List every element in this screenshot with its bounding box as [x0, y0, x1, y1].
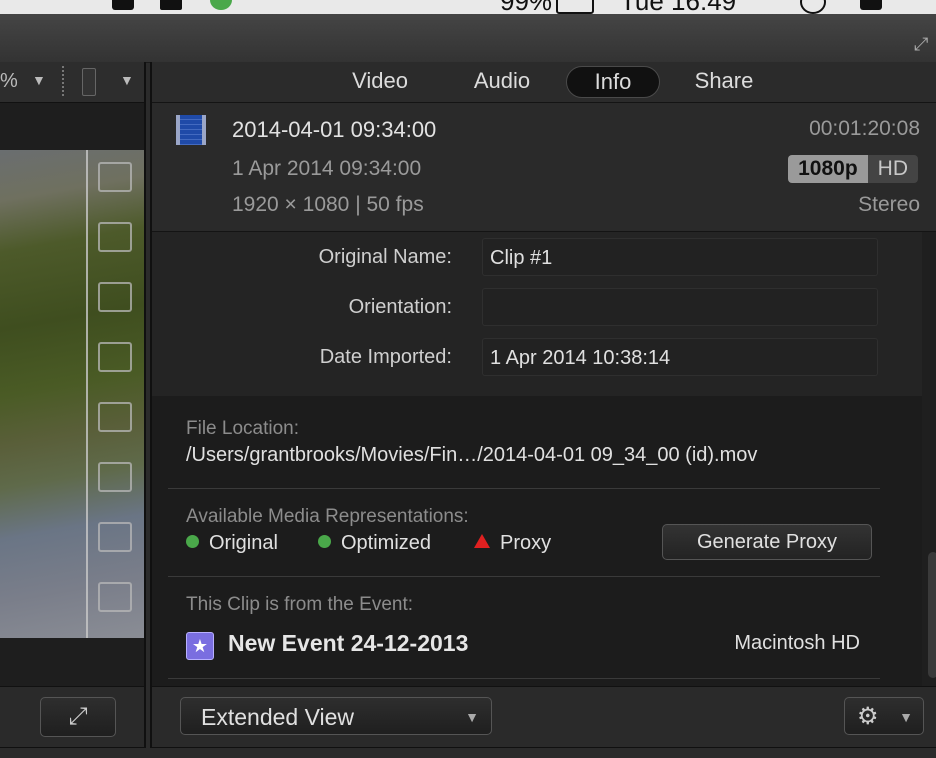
- hd-badge: HD: [867, 155, 918, 183]
- tab-audio[interactable]: Audio: [456, 66, 548, 96]
- view-select-label: Extended View: [201, 704, 355, 730]
- expand-button[interactable]: ⤢: [40, 697, 116, 737]
- menubar-dropbox-icon[interactable]: [160, 0, 182, 10]
- orientation-field[interactable]: [482, 288, 878, 326]
- notification-center-icon[interactable]: [860, 0, 882, 10]
- chevron-down-icon: ▼: [899, 709, 913, 725]
- metadata-view-select[interactable]: Extended View ▼: [180, 697, 492, 735]
- date-imported-label: Date Imported:: [319, 346, 452, 368]
- original-label: Original: [209, 532, 278, 554]
- clip-title: 2014-04-01 09:34:00: [232, 117, 437, 142]
- proxy-label: Proxy: [500, 532, 552, 554]
- file-location-path[interactable]: /Users/grantbrooks/Movies/Fin…/2014-04-0…: [186, 444, 757, 467]
- view-chevron-down-icon[interactable]: ▼: [120, 72, 134, 88]
- spotlight-icon[interactable]: [800, 0, 826, 14]
- audio-channels: Stereo: [858, 193, 920, 216]
- original-name-field[interactable]: Clip #1: [482, 238, 878, 276]
- filmstrip-thumb[interactable]: [98, 402, 132, 432]
- battery-percent[interactable]: 99%: [500, 0, 552, 14]
- viewer-footer: ⤢: [0, 686, 144, 747]
- filmstrip-thumb[interactable]: [98, 522, 132, 552]
- viewer-panel: % ▼ ▼ ⤢: [0, 62, 146, 748]
- optimized-media-status: Optimized: [318, 532, 431, 555]
- view-options-icon[interactable]: [82, 68, 96, 96]
- file-location-label: File Location:: [186, 418, 300, 439]
- proxy-media-status: Proxy: [474, 532, 551, 555]
- clip-film-icon: [176, 115, 206, 145]
- gear-icon: ⚙: [857, 703, 879, 730]
- chevron-down-icon: ▼: [465, 709, 479, 725]
- filmstrip-thumb[interactable]: [98, 282, 132, 312]
- media-representations-label: Available Media Representations:: [186, 506, 469, 527]
- expand-icon: ⤢: [68, 703, 88, 730]
- metadata-fields: Original Name: Clip #1 Orientation: Date…: [152, 232, 922, 396]
- filmstrip-thumb[interactable]: [98, 222, 132, 252]
- menubar-clock[interactable]: Tue 16:49: [620, 0, 736, 14]
- proxy-warning-icon: [474, 534, 490, 548]
- clip-format: 1920 × 1080 | 50 fps: [232, 193, 424, 216]
- filmstrip-thumb[interactable]: [98, 342, 132, 372]
- zoom-chevron-down-icon[interactable]: ▼: [32, 72, 46, 88]
- clip-date: 1 Apr 2014 09:34:00: [232, 157, 422, 180]
- event-source-label: This Clip is from the Event:: [186, 594, 414, 615]
- filmstrip-thumb[interactable]: [98, 162, 132, 192]
- divider: [168, 576, 880, 577]
- volume-name: Macintosh HD: [734, 632, 860, 654]
- tab-info[interactable]: Info: [566, 66, 660, 98]
- resolution-badges: 1080p HD: [788, 155, 918, 183]
- action-menu-button[interactable]: ⚙ ▼: [844, 697, 924, 735]
- original-name-label: Original Name:: [318, 246, 452, 268]
- optimized-label: Optimized: [341, 532, 432, 554]
- menubar-status-icon[interactable]: [210, 0, 232, 10]
- inspector-panel: Video Audio Info Share 2014-04-01 09:34:…: [150, 62, 936, 748]
- event-name[interactable]: New Event 24-12-2013: [228, 630, 468, 657]
- viewer-controls: % ▼ ▼: [0, 62, 144, 103]
- inspector-footer: Extended View ▼ ⚙ ▼: [152, 686, 936, 747]
- original-media-status: Original: [186, 532, 278, 555]
- tab-video[interactable]: Video: [334, 66, 426, 96]
- separator: [62, 66, 70, 96]
- filmstrip-thumb[interactable]: [98, 582, 132, 612]
- system-menubar: Tue 16:49 99%: [0, 0, 936, 14]
- clip-details: File Location: /Users/grantbrooks/Movies…: [152, 396, 922, 686]
- inspector-tabs: Video Audio Info Share: [152, 62, 936, 103]
- event-star-icon: ★: [186, 632, 214, 660]
- optimized-status-dot: [318, 535, 331, 548]
- filmstrip-thumb[interactable]: [98, 462, 132, 492]
- menubar-app-icon[interactable]: [112, 0, 134, 10]
- scrollbar[interactable]: [928, 552, 936, 678]
- orientation-label: Orientation:: [348, 296, 452, 318]
- original-status-dot: [186, 535, 199, 548]
- window-toolbar: ⤢: [0, 14, 936, 63]
- battery-icon[interactable]: [556, 0, 594, 14]
- clip-duration: 00:01:20:08: [809, 117, 920, 140]
- frame-guide: [86, 150, 88, 638]
- wifi-icon[interactable]: [264, 0, 286, 10]
- generate-proxy-button[interactable]: Generate Proxy: [662, 524, 872, 560]
- resolution-badge: 1080p: [788, 155, 868, 183]
- tab-share[interactable]: Share: [678, 66, 770, 96]
- clip-header: 2014-04-01 09:34:00 1 Apr 2014 09:34:00 …: [152, 103, 936, 232]
- divider: [168, 488, 880, 489]
- fullscreen-icon[interactable]: ⤢: [914, 34, 934, 54]
- divider: [168, 678, 880, 679]
- date-imported-field[interactable]: 1 Apr 2014 10:38:14: [482, 338, 878, 376]
- zoom-level[interactable]: %: [0, 70, 18, 93]
